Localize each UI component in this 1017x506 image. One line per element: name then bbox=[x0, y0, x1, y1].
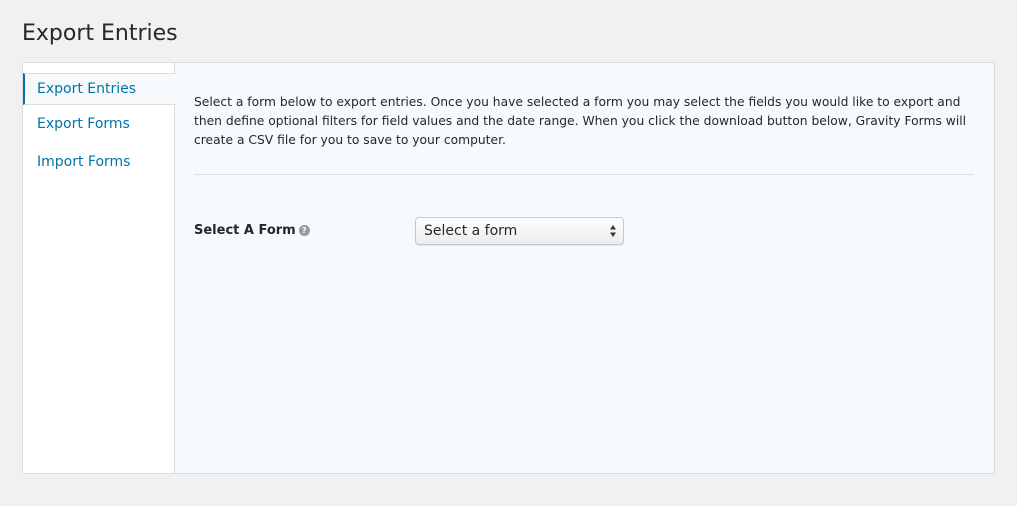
sidebar-item-export-forms[interactable]: Export Forms bbox=[23, 105, 174, 143]
export-panel: Export Entries Export Forms Import Forms… bbox=[22, 62, 995, 474]
page-title: Export Entries bbox=[22, 21, 178, 46]
export-description: Select a form below to export entries. O… bbox=[194, 95, 967, 147]
main-content: Select a form below to export entries. O… bbox=[194, 93, 974, 247]
sidebar-item-export-entries[interactable]: Export Entries bbox=[23, 73, 176, 105]
form-select-value: Select a form bbox=[424, 223, 518, 239]
select-form-row: Select A Form? Select a form bbox=[194, 217, 974, 247]
question-circle-icon[interactable]: ? bbox=[298, 225, 310, 236]
select-form-label-text: Select A Form bbox=[194, 223, 296, 238]
sidebar-nav: Export Entries Export Forms Import Forms bbox=[23, 63, 176, 473]
select-arrows-icon bbox=[610, 225, 616, 237]
divider bbox=[194, 174, 974, 175]
select-form-label: Select A Form? bbox=[194, 223, 310, 238]
sidebar-item-import-forms[interactable]: Import Forms bbox=[23, 143, 174, 181]
form-select-dropdown[interactable]: Select a form bbox=[415, 217, 624, 245]
